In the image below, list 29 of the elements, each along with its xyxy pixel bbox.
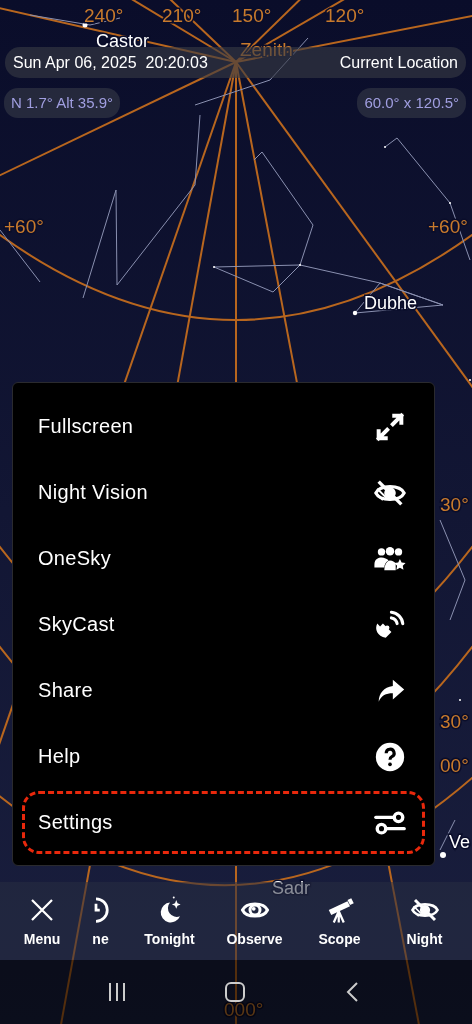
menu-item[interactable]: OneSky [22,527,425,590]
star-name: Castor [96,31,149,51]
menu-item[interactable]: Night Vision [22,461,425,524]
home-icon[interactable] [224,981,246,1003]
grid-label: 240° [84,5,124,26]
star-name: Ve [449,832,471,852]
toolbar-button[interactable]: Tonight [127,886,212,956]
star-name: Sadr [272,878,311,898]
menu-item[interactable]: Share [22,659,425,722]
grid-label: +60° [428,216,468,237]
grid-label: 120° [325,5,365,26]
field-of-view-readout: 60.0° x 120.5° [357,88,466,118]
location-label[interactable]: Current Location [339,53,458,72]
grid-label: 00° [440,755,469,776]
menu-item[interactable]: Fullscreen [22,395,425,458]
date-time[interactable]: Sun Apr 06, 2025 20:20:03 [13,53,208,72]
toolbar-button[interactable]: Menu [10,886,74,956]
grid-label: 30° [440,711,469,732]
star-name: Dubhe [364,293,418,313]
grid-label: 150° [232,5,272,26]
grid-label: +60° [4,216,44,237]
toolbar-button[interactable]: Night [382,886,467,956]
recent-apps-icon[interactable] [106,981,128,1003]
menu-item[interactable]: Settings [22,791,425,854]
pointing-readout: N 1.7° Alt 35.9° [4,88,121,118]
menu-item[interactable]: SkyCast [22,593,425,656]
grid-label: 30° [440,494,469,515]
menu-item[interactable]: Help [22,725,425,788]
toolbar-button[interactable]: ne [74,886,127,956]
